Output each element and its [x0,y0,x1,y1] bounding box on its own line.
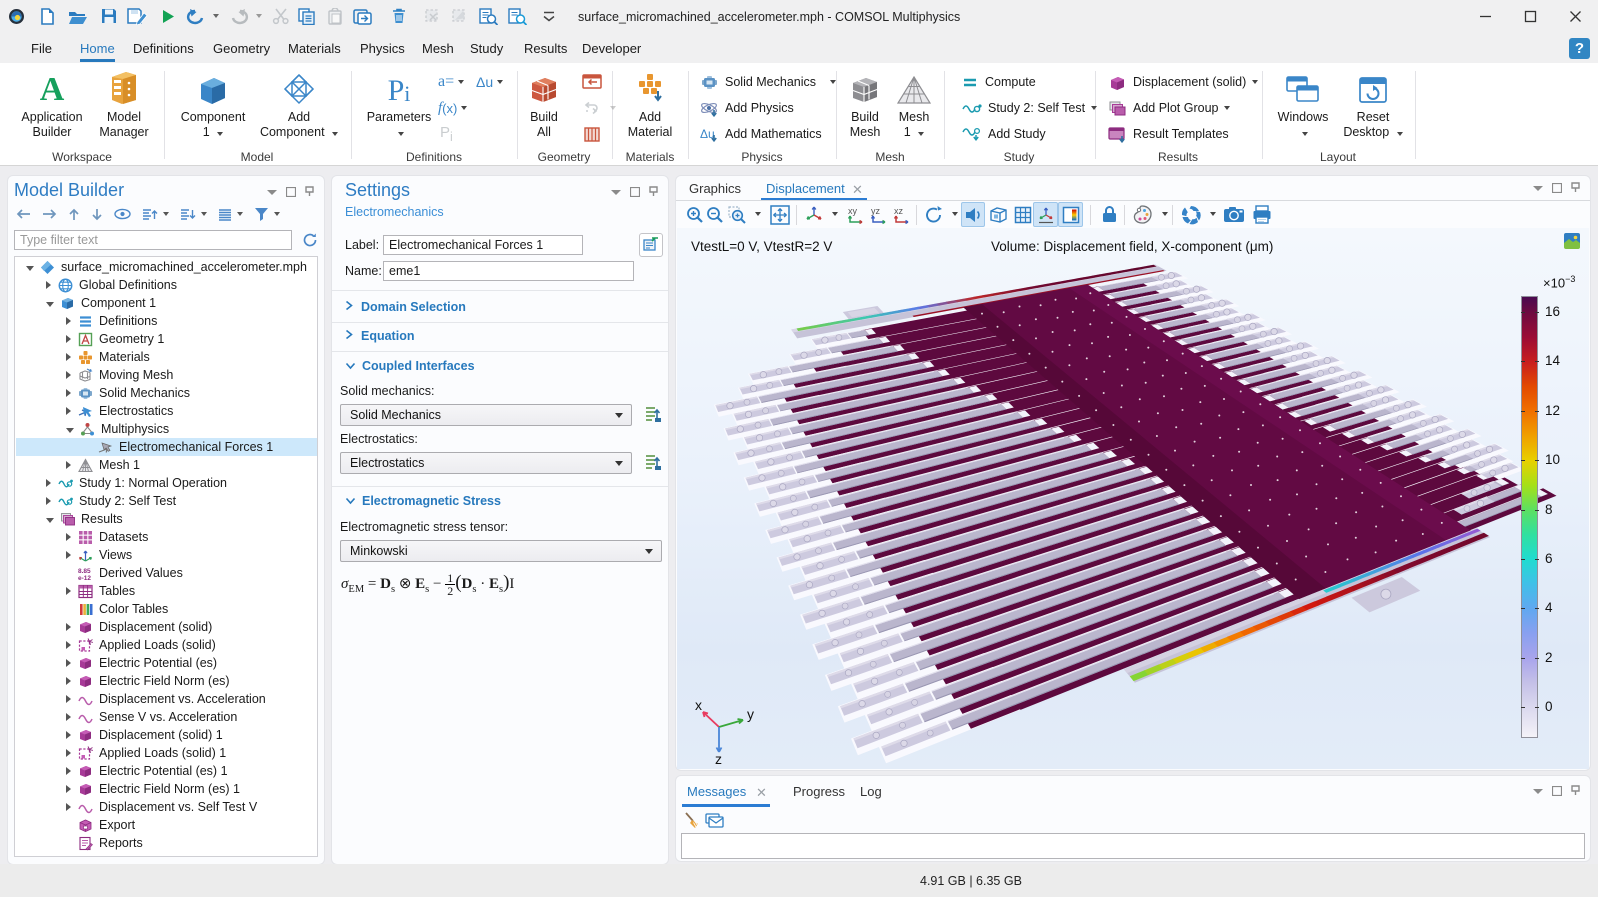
svg-text:e-12: e-12 [78,575,91,581]
svg-text:A: A [40,73,65,105]
svg-text:yz: yz [871,206,881,216]
svg-text:z: z [715,751,722,764]
svg-text:Pi: Pi [388,75,411,105]
svg-text:x: x [695,697,702,713]
svg-text:8.85: 8.85 [78,568,91,575]
svg-text:xy: xy [848,206,858,216]
svg-text:xz: xz [894,206,904,216]
svg-text:y: y [747,706,754,722]
